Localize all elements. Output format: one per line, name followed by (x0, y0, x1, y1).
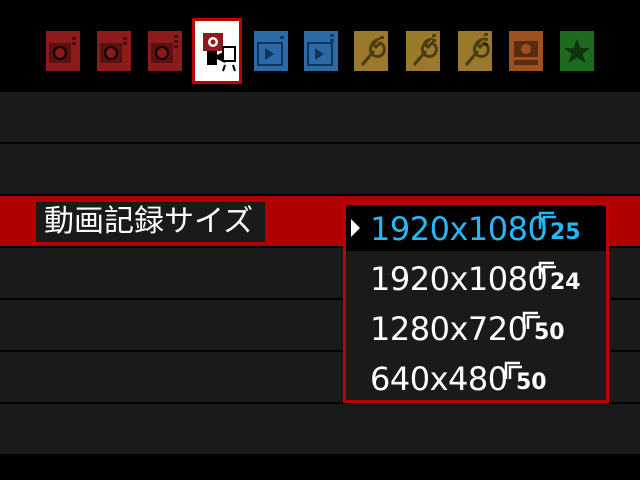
star-icon (560, 31, 594, 71)
camera-icon (148, 31, 182, 71)
tab-custom-functions[interactable] (505, 26, 547, 76)
menu-tab-bar (0, 0, 640, 92)
tab-playback-2[interactable] (300, 26, 342, 76)
frame-rate-icon: 50 (504, 361, 548, 397)
tab-shooting-2[interactable] (93, 26, 135, 76)
wrench-icon (354, 31, 388, 71)
menu-row-empty (0, 404, 640, 456)
bottom-bar (0, 456, 640, 480)
option-1920x1080-25[interactable]: 1920x1080 25 (346, 205, 606, 251)
option-resolution: 1920x1080 (370, 210, 548, 248)
option-640x480-50[interactable]: 640x480 50 (346, 355, 606, 401)
camera-icon (46, 31, 80, 71)
custom-function-camera-icon (509, 31, 543, 71)
frame-rate-value: 24 (550, 270, 581, 295)
tab-setup-3[interactable] (454, 26, 496, 76)
tab-shooting-1[interactable] (42, 26, 84, 76)
movie-rec-size-options: 1920x1080 25 1920x1080 24 1280x720 50 64… (343, 202, 609, 403)
option-resolution: 1280x720 (370, 310, 528, 348)
option-1920x1080-24[interactable]: 1920x1080 24 (346, 255, 606, 301)
frame-rate-icon: 24 (538, 261, 582, 297)
menu-row-label: 動画記録サイズ (36, 202, 266, 242)
tab-setup-1[interactable] (350, 26, 392, 76)
option-1280x720-50[interactable]: 1280x720 50 (346, 305, 606, 351)
playback-icon (304, 31, 338, 71)
wrench-icon (406, 31, 440, 71)
tab-playback-1[interactable] (250, 26, 292, 76)
option-resolution: 1920x1080 (370, 260, 548, 298)
frame-rate-icon: 25 (538, 211, 582, 247)
frame-rate-value: 50 (534, 320, 565, 345)
wrench-icon (458, 31, 492, 71)
tab-shooting-3[interactable] (144, 26, 186, 76)
frame-rate-value: 25 (550, 220, 581, 245)
selection-cursor-icon (351, 219, 360, 237)
frame-rate-icon: 50 (522, 311, 566, 347)
playback-icon (254, 31, 288, 71)
menu-row-empty (0, 144, 640, 196)
frame-rate-value: 50 (516, 370, 547, 395)
tab-setup-2[interactable] (402, 26, 444, 76)
movie-camera-icon (203, 33, 236, 72)
menu-row-empty (0, 92, 640, 144)
tab-movie[interactable] (192, 18, 242, 84)
tab-my-menu[interactable] (556, 26, 598, 76)
camera-icon (97, 31, 131, 71)
option-resolution: 640x480 (370, 360, 508, 398)
